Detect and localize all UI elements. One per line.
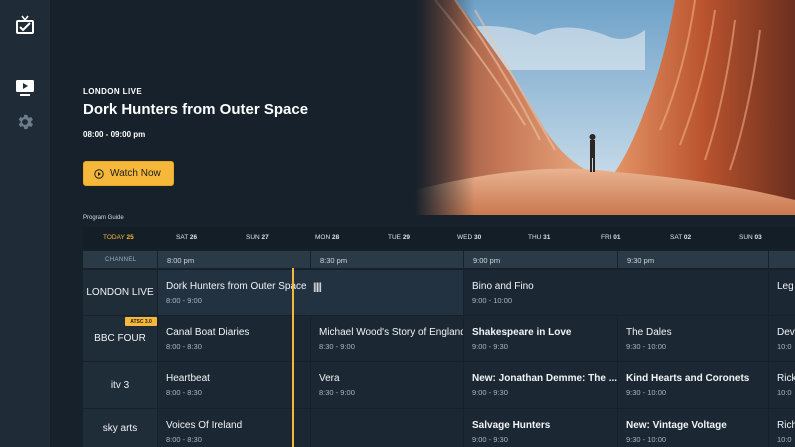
- program-title: Kind Hearts and Coronets: [626, 373, 750, 384]
- watch-now-button[interactable]: Watch Now: [83, 161, 174, 186]
- program-cell[interactable]: Voices Of Ireland 8:00 - 8:30: [158, 409, 310, 447]
- program-cell[interactable]: Heartbeat 8:00 - 8:30: [158, 362, 310, 408]
- day-tab[interactable]: SUN 03: [739, 234, 762, 241]
- side-rail: [0, 0, 50, 447]
- day-tab[interactable]: FRI 01: [601, 234, 621, 241]
- program-title: Leg: [777, 281, 794, 292]
- channel-cell[interactable]: sky arts: [83, 409, 157, 447]
- channel-column-header: CHANNEL: [83, 251, 157, 268]
- day-tab[interactable]: MON 28: [315, 234, 339, 241]
- program-cell[interactable]: [311, 409, 463, 447]
- program-time: 8:30 - 9:00: [319, 342, 355, 351]
- time-slot-header: [769, 251, 795, 268]
- program-time: 8:00 - 8:30: [166, 435, 202, 444]
- program-time: 8:00 - 9:00: [166, 296, 202, 305]
- program-cell[interactable]: Dork Hunters from Outer Space ||||| 8:00…: [158, 270, 463, 315]
- program-title: New: Jonathan Demme: The ...: [472, 373, 617, 384]
- program-cell[interactable]: Michael Wood's Story of England 8:30 - 9…: [311, 316, 463, 361]
- program-cell[interactable]: New: Vintage Voltage 9:30 - 10:00: [618, 409, 768, 447]
- day-tab-today[interactable]: TODAY 25: [103, 234, 134, 241]
- app-logo-icon[interactable]: [15, 15, 35, 35]
- program-cell[interactable]: Rick 10:0: [769, 362, 795, 408]
- hero-show-title: Dork Hunters from Outer Space: [83, 101, 309, 118]
- program-title: Heartbeat: [166, 373, 210, 384]
- day-tab[interactable]: SAT 02: [670, 234, 691, 241]
- day-tab[interactable]: THU 31: [528, 234, 550, 241]
- time-slot-header: 8:30 pm: [311, 251, 463, 268]
- program-time: 8:30 - 9:00: [319, 388, 355, 397]
- program-cell[interactable]: Rich 10:0: [769, 409, 795, 447]
- hero-channel-label: LONDON LIVE: [83, 87, 143, 96]
- atsc-badge: ATSC 3.0: [125, 317, 157, 326]
- program-time: 9:00 - 9:30: [472, 435, 508, 444]
- program-cell[interactable]: Dev 10:0: [769, 316, 795, 361]
- equalizer-icon: |||||: [313, 282, 322, 293]
- time-slot-header: 9:30 pm: [618, 251, 768, 268]
- hero-show-time: 08:00 - 09:00 pm: [83, 130, 146, 139]
- program-cell[interactable]: New: Jonathan Demme: The ... 9:00 - 9:30: [464, 362, 617, 408]
- program-cell[interactable]: Salvage Hunters 9:00 - 9:30: [464, 409, 617, 447]
- program-title: Vera: [319, 373, 340, 384]
- play-circle-icon: [94, 168, 104, 179]
- tv-icon[interactable]: [15, 79, 35, 97]
- program-title: Canal Boat Diaries: [166, 327, 250, 338]
- program-cell[interactable]: Bino and Fino 9:00 - 10:00: [464, 270, 768, 315]
- time-slot-header: 9:00 pm: [464, 251, 617, 268]
- program-title: New: Vintage Voltage: [626, 420, 727, 431]
- program-time: 9:00 - 9:30: [472, 388, 508, 397]
- channel-cell[interactable]: itv 3: [83, 362, 157, 408]
- channel-cell[interactable]: LONDON LIVE: [83, 270, 157, 315]
- day-tab[interactable]: WED 30: [457, 234, 481, 241]
- program-cell[interactable]: The Dales 9:30 - 10:00: [618, 316, 768, 361]
- program-title: Dork Hunters from Outer Space: [166, 281, 307, 292]
- gear-icon[interactable]: [15, 112, 35, 132]
- program-time: 9:00 - 9:30: [472, 342, 508, 351]
- program-title: Voices Of Ireland: [166, 420, 243, 431]
- program-time: 10:0: [777, 388, 792, 397]
- time-slot-header: 8:00 pm: [158, 251, 310, 268]
- program-time: 8:00 - 8:30: [166, 342, 202, 351]
- program-time: 8:00 - 8:30: [166, 388, 202, 397]
- program-guide-label: Program Guide: [83, 215, 124, 221]
- program-time: 10:0: [777, 342, 792, 351]
- program-title: Shakespeare in Love: [472, 327, 572, 338]
- program-time: 9:00 - 10:00: [472, 296, 513, 305]
- day-tab[interactable]: TUE 29: [388, 234, 410, 241]
- program-cell[interactable]: Leg: [769, 270, 795, 315]
- program-cell[interactable]: Vera 8:30 - 9:00: [311, 362, 463, 408]
- program-time: 9:30 - 10:00: [626, 342, 667, 351]
- program-time: 10:0: [777, 435, 792, 444]
- program-title: Rick: [777, 373, 795, 384]
- day-selector: TODAY 25 SAT 26 SUN 27 MON 28 TUE 29 WED…: [83, 227, 795, 249]
- program-time: 9:30 - 10:00: [626, 435, 667, 444]
- program-cell[interactable]: Canal Boat Diaries 8:00 - 8:30: [158, 316, 310, 361]
- watch-now-label: Watch Now: [110, 168, 161, 179]
- program-title: Rich: [777, 420, 795, 431]
- program-title: Salvage Hunters: [472, 420, 551, 431]
- program-title: Michael Wood's Story of England: [319, 327, 463, 338]
- program-cell[interactable]: Shakespeare in Love 9:00 - 9:30: [464, 316, 617, 361]
- program-title: Dev: [777, 327, 795, 338]
- day-tab[interactable]: SUN 27: [246, 234, 269, 241]
- hero-fade: [415, 0, 475, 215]
- program-title: The Dales: [626, 327, 672, 338]
- day-tab[interactable]: SAT 26: [176, 234, 197, 241]
- program-time: 9:30 - 10:00: [626, 388, 667, 397]
- program-title: Bino and Fino: [472, 281, 534, 292]
- program-cell[interactable]: Kind Hearts and Coronets 9:30 - 10:00: [618, 362, 768, 408]
- current-time-indicator: [292, 268, 294, 447]
